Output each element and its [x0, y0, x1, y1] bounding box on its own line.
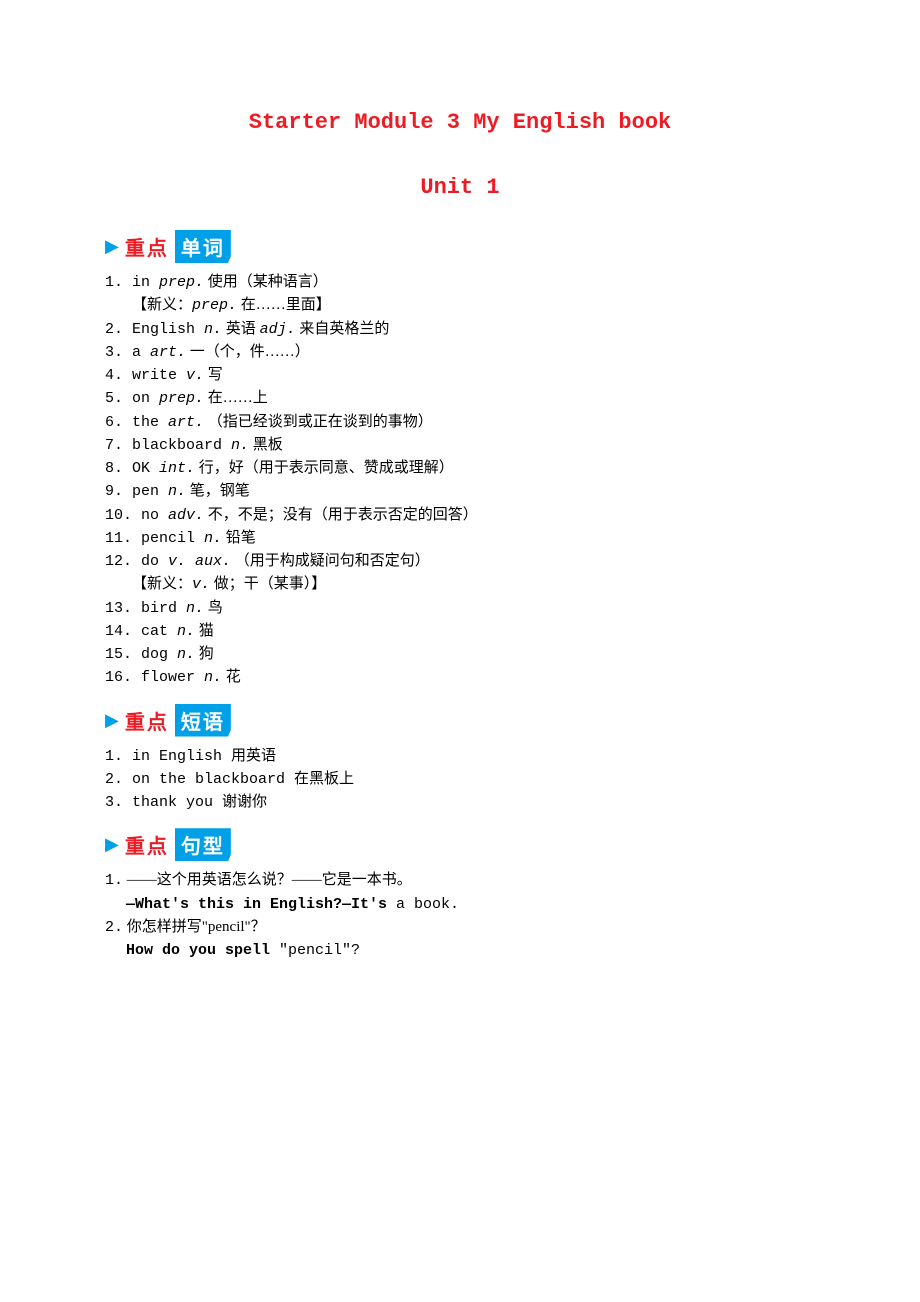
word-note: 【新义：prep. 在……里面】: [105, 294, 815, 317]
word-entry: 15. dog n. 狗: [105, 643, 815, 666]
words-list: 1. in prep. 使用（某种语言）【新义：prep. 在……里面】2. E…: [105, 271, 815, 690]
phrase-entry: 1. in English 用英语: [105, 745, 815, 768]
word-entry: 11. pencil n. 铅笔: [105, 527, 815, 550]
word-entry: 6. the art. （指已经谈到或正在谈到的事物）: [105, 411, 815, 434]
phrase-entry: 2. on the blackboard 在黑板上: [105, 768, 815, 791]
section-label-red: 重点: [125, 232, 169, 261]
word-entry: 9. pen n. 笔，钢笔: [105, 480, 815, 503]
section-label-red: 重点: [125, 706, 169, 735]
arrow-icon: ▶: [105, 834, 119, 855]
word-entry: 16. flower n. 花: [105, 666, 815, 689]
sentence-answer: How do you spell "pencil"?: [105, 939, 815, 962]
document-page: Starter Module 3 My English book Unit 1 …: [0, 0, 920, 1022]
section-label-blue: 句型: [175, 828, 231, 861]
word-entry: 7. blackboard n. 黑板: [105, 434, 815, 457]
section-label-red: 重点: [125, 830, 169, 859]
word-entry: 8. OK int. 行，好（用于表示同意、赞成或理解）: [105, 457, 815, 480]
section-header-sentences: ▶ 重点 句型: [105, 828, 815, 861]
sentence-question: 1. ——这个用英语怎么说？——它是一本书。: [105, 869, 815, 892]
section-label-blue: 短语: [175, 704, 231, 737]
word-entry: 12. do v. aux. （用于构成疑问句和否定句）: [105, 550, 815, 573]
word-entry: 10. no adv. 不，不是；没有（用于表示否定的回答）: [105, 504, 815, 527]
section-header-words: ▶ 重点 单词: [105, 230, 815, 263]
sentences-list: 1. ——这个用英语怎么说？——它是一本书。—What's this in En…: [105, 869, 815, 962]
phrase-entry: 3. thank you 谢谢你: [105, 791, 815, 814]
sentence-question: 2. 你怎样拼写"pencil"？: [105, 916, 815, 939]
word-note: 【新义：v. 做；干（某事）】: [105, 573, 815, 596]
word-entry: 4. write v. 写: [105, 364, 815, 387]
module-title: Starter Module 3 My English book: [105, 110, 815, 135]
word-entry: 13. bird n. 鸟: [105, 597, 815, 620]
word-entry: 3. a art. 一（个，件……）: [105, 341, 815, 364]
word-entry: 14. cat n. 猫: [105, 620, 815, 643]
sentence-answer: —What's this in English?—It's a book.: [105, 893, 815, 916]
section-header-phrases: ▶ 重点 短语: [105, 704, 815, 737]
phrases-list: 1. in English 用英语2. on the blackboard 在黑…: [105, 745, 815, 815]
arrow-icon: ▶: [105, 236, 119, 257]
word-entry: 2. English n. 英语 adj. 来自英格兰的: [105, 318, 815, 341]
arrow-icon: ▶: [105, 710, 119, 731]
section-label-blue: 单词: [175, 230, 231, 263]
word-entry: 1. in prep. 使用（某种语言）: [105, 271, 815, 294]
word-entry: 5. on prep. 在……上: [105, 387, 815, 410]
unit-subtitle: Unit 1: [105, 175, 815, 200]
